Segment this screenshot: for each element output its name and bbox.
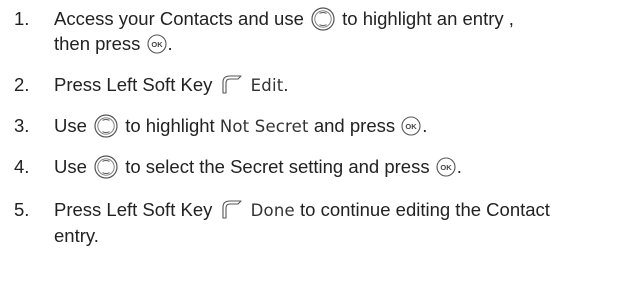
ok-key-label: OK <box>406 122 418 131</box>
ok-key-icon: OK <box>401 116 421 136</box>
step-text: . <box>422 115 428 136</box>
ok-key-icon: OK <box>146 34 167 54</box>
step-number: 1. <box>14 8 30 29</box>
step-number: 3. <box>14 115 30 136</box>
ui-label-not-secret: Not Secret <box>219 117 309 136</box>
step-text: to continue editing the Contact <box>300 199 550 220</box>
ui-label-edit: Edit <box>250 76 284 95</box>
ok-key-label: OK <box>151 40 163 49</box>
step-body: Press Left Soft Key Edit. <box>54 72 634 98</box>
step-body: Press Left Soft Key Done to continue edi… <box>54 197 634 248</box>
step-line: Access your Contacts and use to highligh… <box>54 6 634 31</box>
step-text: Use <box>54 115 87 136</box>
step-text: . <box>167 33 173 54</box>
navigation-key-icon <box>311 7 335 31</box>
step-text: entry. <box>54 225 99 246</box>
step-number: 5. <box>14 199 30 220</box>
step-line: then press OK . <box>54 31 634 56</box>
step-body: Use to highlight Not Secret and press OK… <box>54 113 634 139</box>
step-text: to highlight an entry , <box>342 8 514 29</box>
step-text: . <box>456 156 462 177</box>
step-line: entry. <box>54 223 634 248</box>
ok-key-icon: OK <box>436 157 456 177</box>
ok-key-label: OK <box>440 163 452 172</box>
navigation-key-icon <box>94 114 118 138</box>
step-body: Access your Contacts and use to highligh… <box>54 6 634 56</box>
step-number: 4. <box>14 156 30 177</box>
step-text: Use <box>54 156 87 177</box>
step-body: Use to select the Secret setting and pre… <box>54 154 634 179</box>
step-text: then press <box>54 33 141 54</box>
step-text: and press <box>313 115 396 136</box>
left-soft-key-icon <box>220 73 244 95</box>
ui-label-done: Done <box>250 201 295 220</box>
step-text: . <box>283 74 289 95</box>
left-soft-key-icon <box>220 198 244 220</box>
step-text: to highlight <box>125 115 215 136</box>
step-text: Press Left Soft Key <box>54 199 213 220</box>
step-text: Access your Contacts and use <box>54 8 304 29</box>
navigation-key-icon <box>94 155 118 179</box>
step-number: 2. <box>14 74 30 95</box>
step-text: to select the Secret setting and press <box>125 156 430 177</box>
step-line: Press Left Soft Key Done to continue edi… <box>54 197 634 223</box>
step-text: Press Left Soft Key <box>54 74 213 95</box>
